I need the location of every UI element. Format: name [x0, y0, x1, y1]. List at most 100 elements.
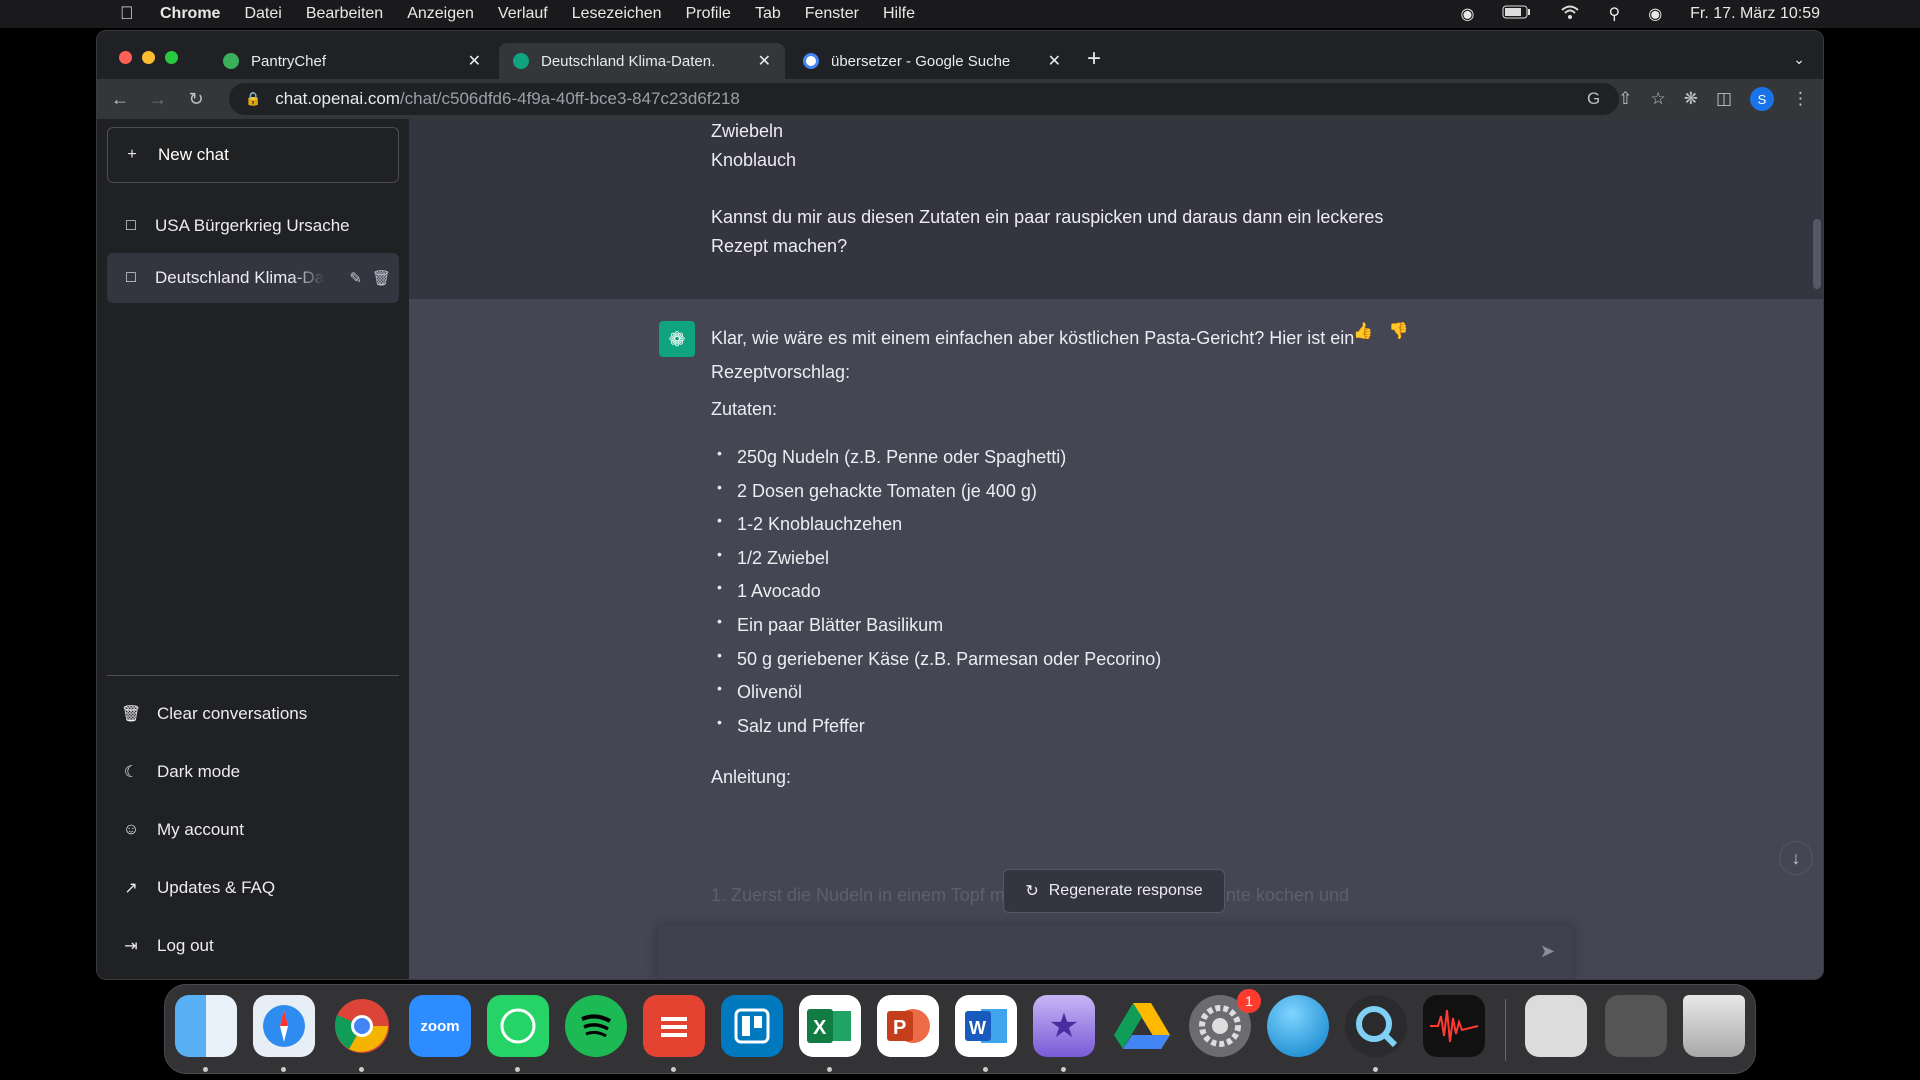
screen-record-icon[interactable]: ◉	[1461, 4, 1475, 24]
bookmark-star-icon[interactable]: ☆	[1650, 89, 1665, 109]
profile-avatar[interactable]: S	[1750, 87, 1774, 111]
zoom-icon[interactable]: zoom	[409, 995, 471, 1057]
chrome-icon[interactable]	[331, 995, 393, 1057]
toolbar-actions: G ⇧ ☆ ❋ ◫ S ⋮	[1587, 79, 1809, 119]
menu-anzeigen[interactable]: Anzeigen	[407, 5, 474, 23]
thumbs-up-icon[interactable]: 👍	[1353, 321, 1373, 341]
tab-close-icon[interactable]: ✕	[468, 51, 481, 71]
list-item: Ein paar Blätter Basilikum	[711, 605, 1161, 643]
spotify-icon[interactable]	[565, 995, 627, 1057]
reload-icon[interactable]: ↻	[177, 89, 215, 110]
tab-close-icon[interactable]: ✕	[758, 51, 771, 71]
clear-conversations-button[interactable]: 🗑 Clear conversations	[107, 691, 399, 737]
new-tab-icon[interactable]: +	[1087, 47, 1101, 71]
tab-strip: PantryChef ✕ Deutschland Klima-Daten. ✕ …	[97, 31, 1823, 79]
tab-search-chevron-icon[interactable]: ⌄	[1793, 51, 1805, 68]
back-icon[interactable]: ←	[101, 89, 139, 110]
wifi-icon[interactable]	[1560, 4, 1580, 25]
send-icon[interactable]: ➤	[1540, 941, 1555, 962]
trello-icon[interactable]	[721, 995, 783, 1057]
zoom-label: zoom	[420, 1017, 460, 1035]
menubar-datetime[interactable]: Fr. 17. März 10:59	[1690, 5, 1820, 23]
svg-text:W: W	[969, 1018, 986, 1038]
my-account-button[interactable]: ☺ My account	[107, 807, 399, 853]
menu-hilfe[interactable]: Hilfe	[883, 5, 915, 23]
log-out-button[interactable]: ⇥ Log out	[107, 923, 399, 969]
forward-icon[interactable]: →	[139, 89, 177, 110]
excel-icon[interactable]: X	[799, 995, 861, 1057]
downloads-folder-icon[interactable]	[1525, 995, 1587, 1057]
todoist-icon[interactable]	[643, 995, 705, 1057]
user-question: Kannst du mir aus diesen Zutaten ein paa…	[711, 207, 1384, 256]
browser-app-icon[interactable]	[1267, 995, 1329, 1057]
user-line: Knoblauch	[711, 150, 797, 170]
spotlight-search-icon[interactable]: ⚲	[1608, 4, 1620, 24]
menu-lesezeichen[interactable]: Lesezeichen	[572, 5, 662, 23]
dark-mode-button[interactable]: ☾ Dark mode	[107, 749, 399, 795]
window-controls	[119, 51, 178, 64]
tab-title: PantryChef	[251, 52, 327, 70]
minimize-window-button[interactable]	[142, 51, 155, 64]
battery-icon[interactable]	[1502, 5, 1532, 24]
google-lens-icon[interactable]: G	[1587, 89, 1600, 109]
list-item: Olivenöl	[711, 672, 1161, 710]
trash-icon[interactable]	[1683, 995, 1745, 1057]
new-chat-label: New chat	[158, 145, 229, 164]
sidebar-divider	[107, 675, 399, 676]
tab-title: Deutschland Klima-Daten.	[541, 52, 716, 70]
close-window-button[interactable]	[119, 51, 132, 64]
edit-pencil-icon[interactable]: ✎	[349, 269, 362, 287]
zoom-window-button[interactable]	[165, 51, 178, 64]
menu-fenster[interactable]: Fenster	[805, 5, 859, 23]
share-icon[interactable]: ⇧	[1618, 89, 1632, 109]
menu-verlauf[interactable]: Verlauf	[498, 5, 548, 23]
tab-close-icon[interactable]: ✕	[1048, 51, 1061, 71]
lock-icon[interactable]: 🔒	[245, 91, 261, 107]
menu-app-name[interactable]: Chrome	[160, 5, 220, 23]
running-indicator	[1373, 1067, 1378, 1072]
finder-icon[interactable]	[175, 995, 237, 1057]
safari-icon[interactable]	[253, 995, 315, 1057]
quicktime-icon[interactable]	[1345, 995, 1407, 1057]
message-input[interactable]: ➤	[657, 925, 1573, 979]
delete-trash-icon[interactable]: 🗑	[372, 269, 391, 287]
chatgpt-favicon-icon	[513, 53, 529, 69]
powerpoint-icon[interactable]: P	[877, 995, 939, 1057]
menu-bearbeiten[interactable]: Bearbeiten	[306, 5, 383, 23]
google-drive-icon[interactable]	[1111, 995, 1173, 1057]
thumbs-down-icon[interactable]: 👎	[1389, 321, 1409, 341]
status-area: ◉ ⚲ ◉ Fr. 17. März 10:59	[1461, 0, 1820, 28]
running-indicator	[203, 1067, 208, 1072]
my-account-label: My account	[157, 820, 244, 839]
voice-memos-icon[interactable]	[1423, 995, 1485, 1057]
side-panel-icon[interactable]: ◫	[1716, 89, 1732, 109]
scroll-down-icon[interactable]: ↓	[1779, 841, 1813, 875]
browser-toolbar: ← → ↻ 🔒 chat.openai.com/chat/c506dfd6-4f…	[97, 79, 1823, 119]
imovie-icon[interactable]: ★	[1033, 995, 1095, 1057]
conversation-item[interactable]: □ USA Bürgerkrieg Ursache	[107, 201, 399, 251]
scrollbar[interactable]	[1813, 219, 1821, 289]
running-indicator	[281, 1067, 286, 1072]
apple-icon[interactable]: 	[120, 3, 134, 24]
new-chat-button[interactable]: + New chat	[107, 127, 399, 183]
stacks-folder-icon[interactable]	[1605, 995, 1667, 1057]
regenerate-response-button[interactable]: ↻ Regenerate response	[1003, 869, 1225, 913]
menu-profile[interactable]: Profile	[686, 5, 731, 23]
extensions-puzzle-icon[interactable]: ❋	[1684, 89, 1698, 109]
dark-mode-label: Dark mode	[157, 762, 241, 781]
more-menu-icon[interactable]: ⋮	[1792, 89, 1809, 109]
running-indicator	[1061, 1067, 1066, 1072]
tab-pantrychef[interactable]: PantryChef ✕	[209, 43, 495, 79]
tab-deutschland-klima[interactable]: Deutschland Klima-Daten. ✕	[499, 43, 785, 79]
clear-conversations-label: Clear conversations	[157, 704, 308, 723]
word-icon[interactable]: W	[955, 995, 1017, 1057]
control-center-icon[interactable]: ◉	[1648, 4, 1662, 24]
updates-faq-link[interactable]: ↗ Updates & FAQ	[107, 865, 399, 911]
menu-datei[interactable]: Datei	[244, 5, 281, 23]
address-bar[interactable]: 🔒 chat.openai.com/chat/c506dfd6-4f9a-40f…	[229, 83, 1619, 115]
external-link-icon: ↗	[124, 880, 138, 897]
conversation-item-active[interactable]: □ Deutschland Klima-Daten. ✎ 🗑	[107, 253, 399, 303]
tab-google-search[interactable]: übersetzer - Google Suche ✕	[789, 43, 1075, 79]
whatsapp-icon[interactable]	[487, 995, 549, 1057]
menu-tab[interactable]: Tab	[755, 5, 781, 23]
